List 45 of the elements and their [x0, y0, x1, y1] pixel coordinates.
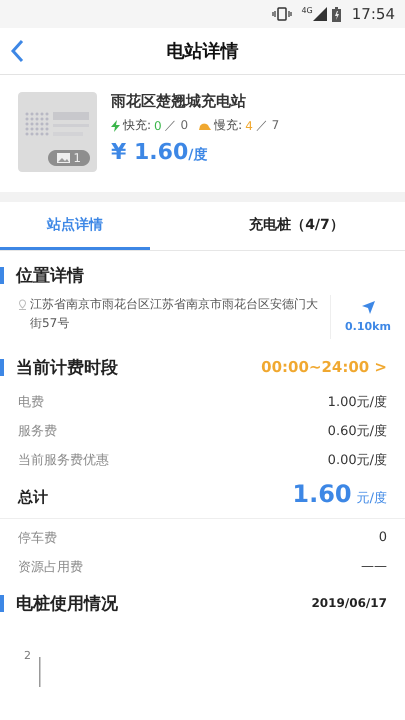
fee-label: 资源占用费 — [18, 558, 83, 576]
total-label: 总计 — [18, 488, 48, 507]
fee-value: 0 — [378, 530, 387, 545]
distance-label: 0.10km — [345, 320, 391, 333]
station-photo[interactable]: 1 — [18, 92, 97, 172]
back-icon[interactable] — [10, 39, 24, 63]
usage-date: 2019/06/17 — [311, 596, 387, 610]
fee-label: 服务费 — [18, 422, 57, 440]
image-icon — [57, 153, 70, 163]
fast-total-count: ／ 0 — [164, 117, 188, 134]
fast-charge-label: 快充: — [123, 117, 152, 134]
total-unit: 元/度 — [356, 490, 387, 507]
fee-value: —— — [361, 559, 387, 574]
signal-icon — [312, 7, 327, 21]
navigation-arrow-icon — [362, 301, 374, 314]
address-text: 江苏省南京市雨花台区江苏省南京市雨花台区安德门大街57号 — [30, 296, 319, 332]
navigate-button[interactable]: 0.10km — [330, 295, 405, 339]
axis-tick-label: 2 — [24, 649, 31, 664]
billing-period-link[interactable]: 00:00~24:00 > — [261, 358, 387, 376]
price-value: ¥ 1.60 — [111, 140, 188, 165]
page-title: 电站详情 — [166, 40, 238, 63]
fast-available-count: 0 — [154, 118, 162, 132]
fee-value: 1.00元/度 — [328, 394, 387, 410]
fee-value: 0.60元/度 — [328, 422, 387, 440]
pin-icon — [18, 299, 27, 310]
fee-label: 电费 — [18, 394, 44, 410]
section-title: 当前计费时段 — [16, 356, 118, 378]
fee-value: 0.00元/度 — [328, 452, 387, 468]
slow-total-count: ／ 7 — [256, 117, 280, 134]
lightning-icon — [111, 120, 120, 132]
total-value: 1.60 — [292, 480, 352, 508]
price-unit: /度 — [188, 147, 208, 163]
clock-time: 17:54 — [352, 5, 395, 23]
photo-count: 1 — [73, 151, 81, 165]
fee-label: 停车费 — [18, 530, 57, 546]
network-label: 4G — [301, 6, 313, 15]
battery-icon — [332, 6, 341, 22]
section-title: 电桩使用情况 — [16, 592, 118, 614]
slow-available-count: 4 — [245, 118, 253, 132]
vibrate-icon — [272, 7, 292, 21]
chart-axis — [39, 657, 41, 687]
station-name: 雨花区楚翘城充电站 — [111, 92, 247, 111]
section-title: 位置详情 — [16, 264, 84, 286]
slow-charge-label: 慢充: — [214, 117, 242, 134]
fee-label: 当前服务费优惠 — [18, 452, 109, 468]
